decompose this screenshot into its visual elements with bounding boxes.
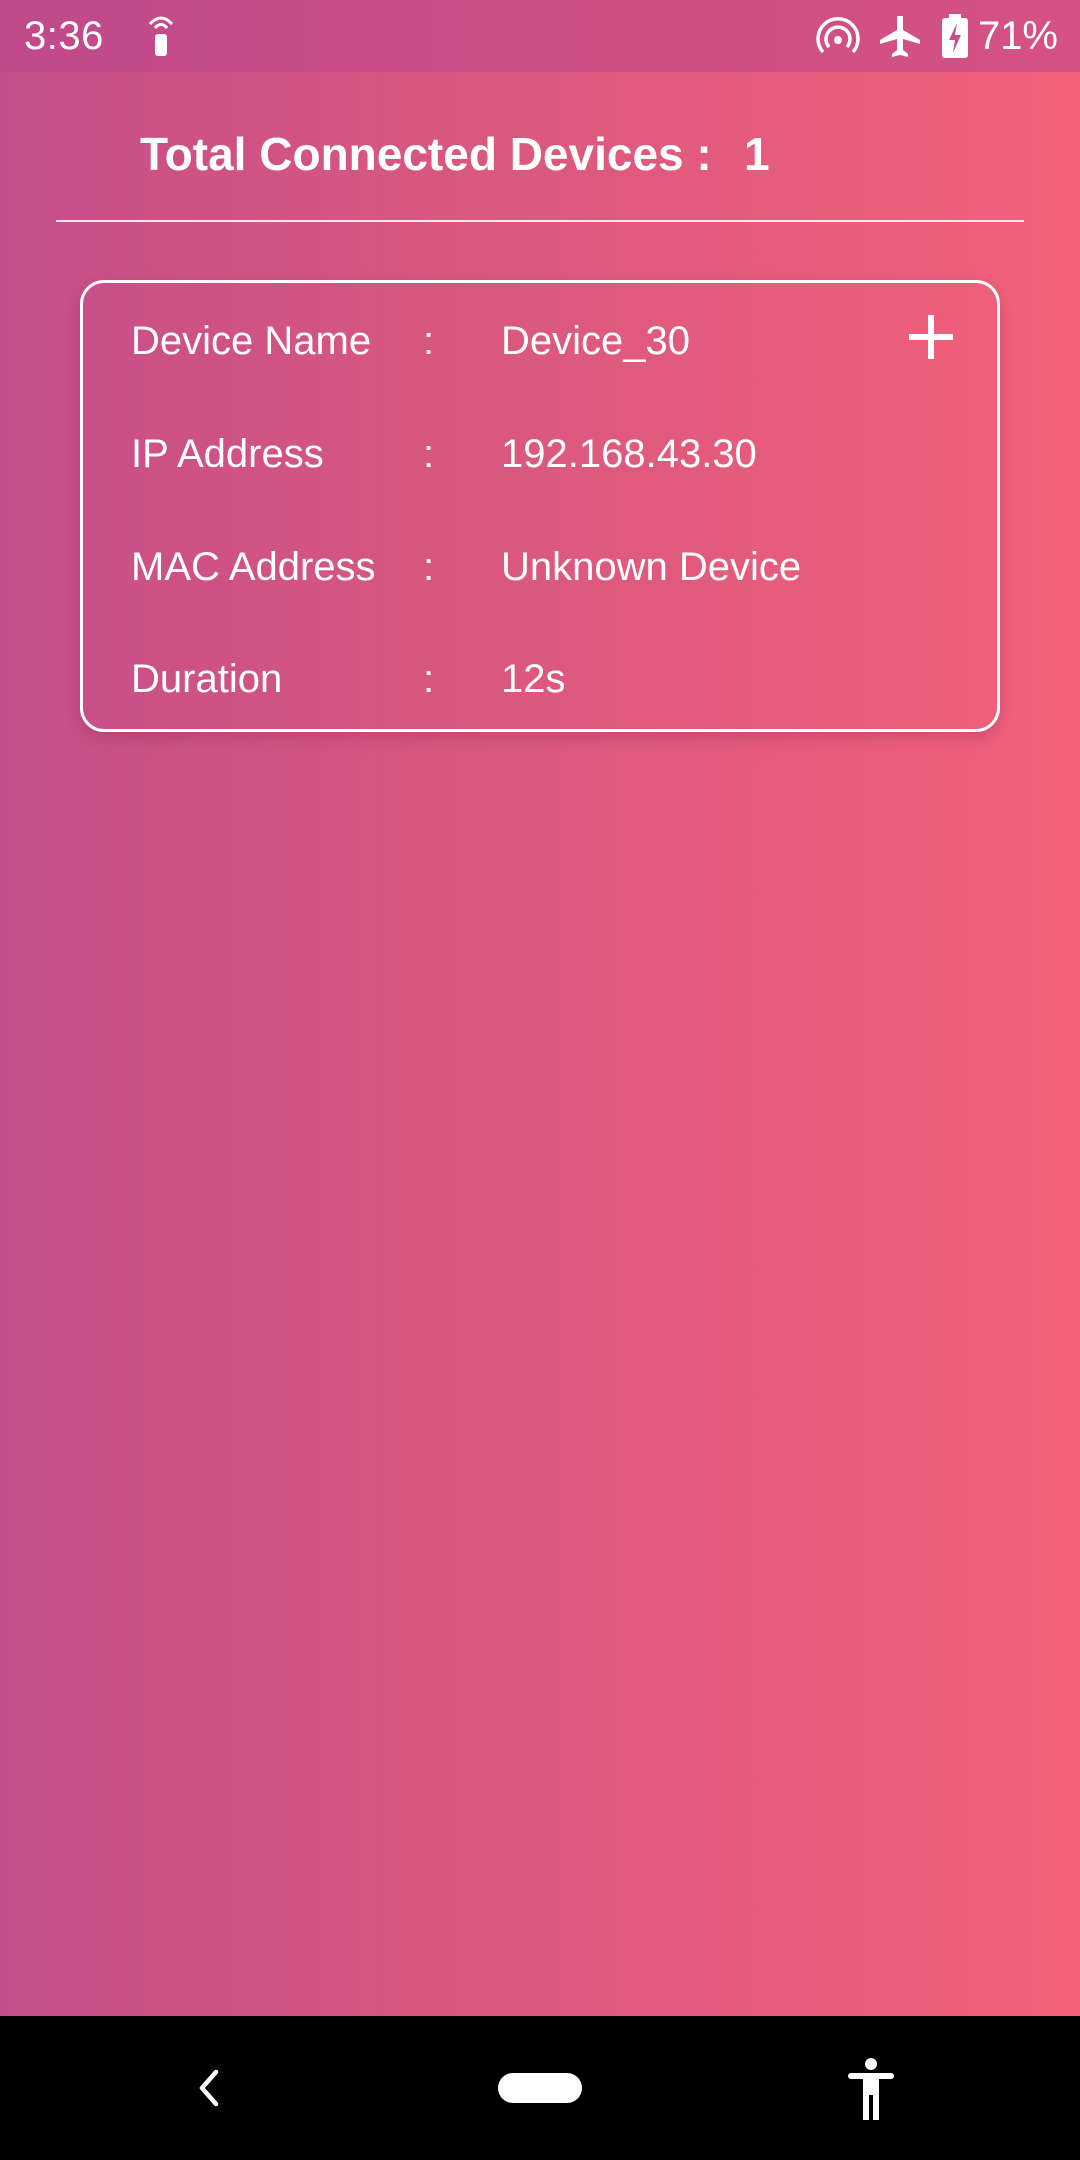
header-divider bbox=[56, 220, 1024, 222]
battery-percent: 71% bbox=[977, 14, 1058, 58]
duration-label: Duration bbox=[131, 657, 283, 701]
mac-address-label: MAC Address bbox=[131, 545, 376, 589]
mac-address-value: Unknown Device bbox=[501, 545, 802, 589]
status-bar: 3:36 71% bbox=[0, 0, 1080, 72]
home-pill[interactable] bbox=[498, 2073, 582, 2103]
device-name-separator: : bbox=[423, 319, 435, 363]
device-name-label: Device Name bbox=[131, 319, 372, 363]
ip-address-label: IP Address bbox=[131, 432, 324, 476]
app-screen: 3:36 71% Total Connected Devices : 1 Dev… bbox=[0, 0, 1080, 2160]
airplane-mode-icon bbox=[879, 16, 920, 57]
ip-address-value: 192.168.43.30 bbox=[501, 432, 757, 476]
navigation-bar bbox=[0, 2016, 1080, 2160]
device-name-value: Device_30 bbox=[501, 319, 691, 363]
status-time: 3:36 bbox=[24, 14, 104, 58]
plus-icon[interactable] bbox=[907, 313, 955, 361]
duration-separator: : bbox=[423, 657, 435, 701]
total-devices-count: 1 bbox=[744, 128, 770, 180]
accessibility-icon[interactable] bbox=[846, 2058, 896, 2120]
back-icon[interactable] bbox=[188, 2062, 228, 2114]
mac-address-separator: : bbox=[423, 545, 435, 589]
total-devices-label: Total Connected Devices : bbox=[140, 128, 712, 180]
wifi-tethering-icon bbox=[816, 17, 860, 54]
duration-value: 12s bbox=[501, 657, 566, 701]
battery-charging-icon bbox=[941, 14, 968, 58]
device-card[interactable]: Device Name : Device_30 IP Address : 192… bbox=[80, 280, 1000, 732]
status-right-group: 71% bbox=[798, 10, 1058, 62]
hotspot-icon bbox=[148, 16, 174, 56]
ip-address-separator: : bbox=[423, 432, 435, 476]
